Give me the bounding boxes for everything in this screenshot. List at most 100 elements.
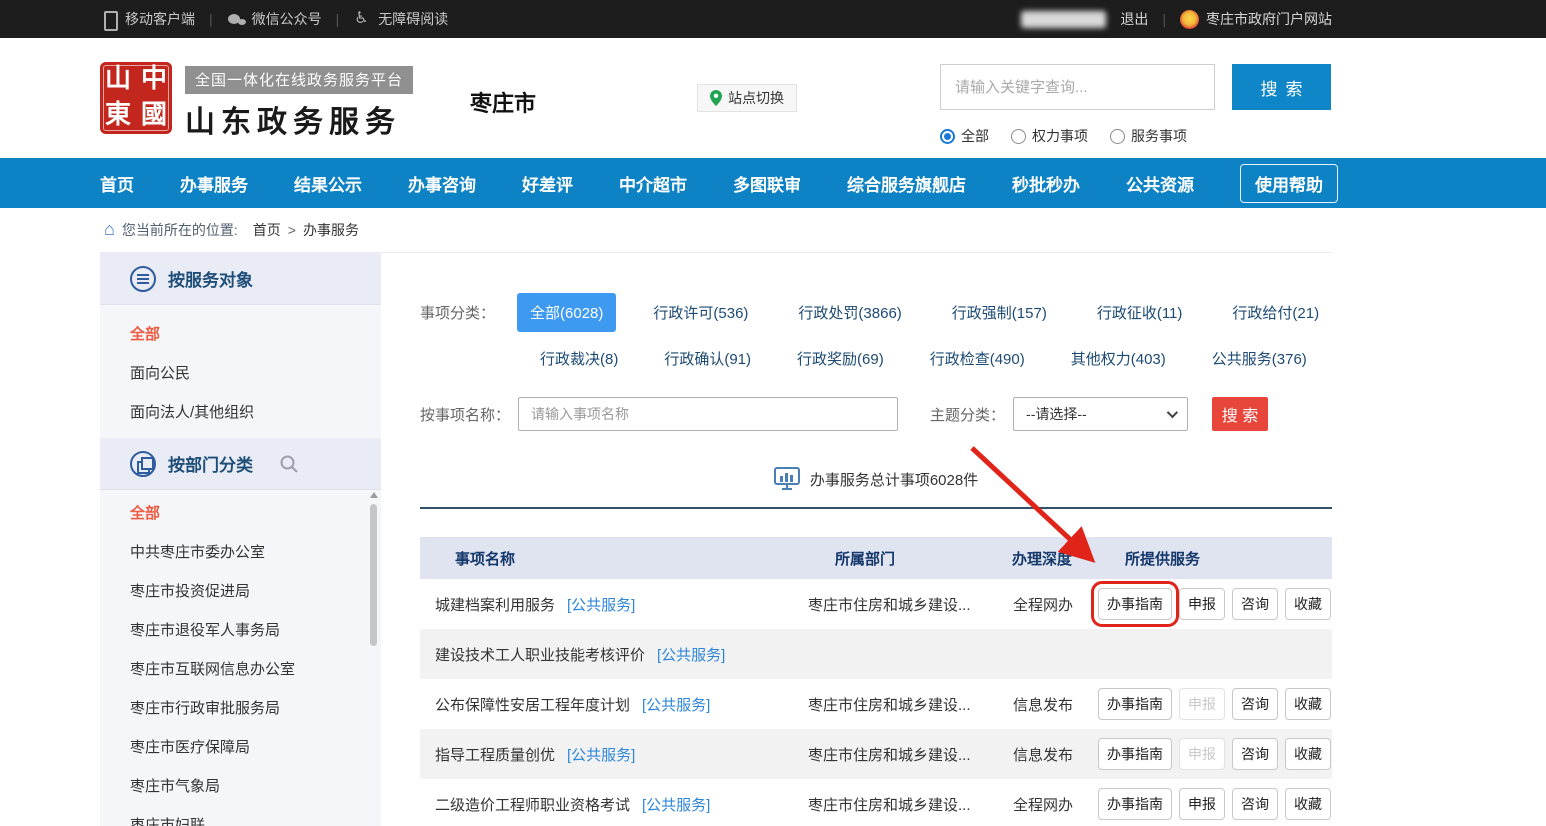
scrollbar-up-arrow-icon[interactable]	[370, 492, 378, 498]
sidebar-item[interactable]: 枣庄市气象局	[100, 767, 381, 806]
topbar-link-label: 无障碍阅读	[378, 9, 448, 29]
service-action-button[interactable]: 申报	[1179, 788, 1225, 820]
category-tabs-row1: 全部(6028) 行政许可(536) 行政处罚(3866) 行政强制(157) …	[517, 293, 1332, 332]
portal-link-label: 枣庄市政府门户网站	[1206, 9, 1332, 29]
nav-help-button[interactable]: 使用帮助	[1240, 164, 1338, 203]
category-tab[interactable]: 行政许可(536)	[640, 293, 761, 332]
breadcrumb-home-link[interactable]: 首页	[253, 220, 281, 240]
service-action-button[interactable]: 申报	[1179, 738, 1225, 770]
category-tab[interactable]: 行政强制(157)	[939, 293, 1060, 332]
nav-item[interactable]: 综合服务旗舰店	[847, 171, 966, 196]
category-tab[interactable]: 行政裁决(8)	[540, 342, 618, 375]
portal-link[interactable]: 枣庄市政府门户网站	[1180, 9, 1332, 29]
service-action-button[interactable]: 收藏	[1285, 738, 1331, 770]
table-header-row: 事项名称 所属部门 办理深度 所提供服务	[420, 537, 1332, 579]
nav-item[interactable]: 秒批秒办	[1012, 171, 1080, 196]
sidebar-item[interactable]: 枣庄市投资促进局	[100, 572, 381, 611]
category-tab[interactable]: 行政处罚(3866)	[785, 293, 914, 332]
topbar-link[interactable]: 移动客户端	[100, 9, 195, 29]
logout-link[interactable]: 退出	[1120, 9, 1148, 29]
service-action-button[interactable]: 办事指南	[1098, 738, 1172, 770]
service-action-button[interactable]: 申报	[1179, 688, 1225, 720]
search-scope-radio[interactable]: 全部	[940, 126, 989, 146]
service-action-button[interactable]: 办事指南	[1098, 688, 1172, 720]
category-tab[interactable]: 公共服务(376)	[1212, 342, 1307, 375]
category-tab[interactable]: 行政确认(91)	[664, 342, 751, 375]
services-table: 事项名称 所属部门 办理深度 所提供服务 城建档案利用服务 [公共服务] 枣庄市…	[420, 537, 1332, 826]
category-tab[interactable]: 行政征收(11)	[1084, 293, 1196, 332]
search-scope-radio[interactable]: 权力事项	[1011, 126, 1088, 146]
topbar-separator: |	[336, 11, 340, 27]
topic-select-value: --请选择--	[1026, 404, 1087, 424]
main-navigation: 首页 办事服务 结果公示 办事咨询 好差评 中介超市 多图联审 综合服务旗舰店 …	[0, 158, 1546, 208]
nav-item[interactable]: 公共资源	[1126, 171, 1194, 196]
topic-category-select[interactable]: --请选择--	[1013, 397, 1188, 431]
service-item-tag-link[interactable]: [公共服务]	[567, 594, 635, 615]
site-header: 山 中 東 國 全国一体化在线政务服务平台 山东政务服务 枣庄市 站点切换 搜索…	[0, 38, 1546, 158]
service-action-button[interactable]: 办事指南	[1098, 788, 1172, 820]
nav-item[interactable]: 好差评	[522, 171, 573, 196]
header-search-button[interactable]: 搜索	[1232, 64, 1331, 110]
item-name-label: 按事项名称：	[420, 404, 510, 425]
nav-item[interactable]: 多图联审	[733, 171, 801, 196]
sidebar-item[interactable]: 面向公民	[100, 354, 381, 393]
topbar-link[interactable]: 微信公众号	[227, 9, 322, 29]
nav-item[interactable]: 办事服务	[180, 171, 248, 196]
keyword-search-input[interactable]	[940, 64, 1215, 110]
sidebar-item[interactable]: 全部	[100, 315, 381, 354]
service-item-tag-link[interactable]: [公共服务]	[567, 744, 635, 765]
category-tab[interactable]: 行政奖励(69)	[797, 342, 884, 375]
service-item-depth: 全程网办	[998, 794, 1098, 815]
sidebar-item[interactable]: 中共枣庄市委办公室	[100, 533, 381, 572]
nav-item[interactable]: 首页	[100, 171, 134, 196]
sidebar-item[interactable]: 面向法人/其他组织	[100, 393, 381, 432]
nav-item[interactable]: 中介超市	[619, 171, 687, 196]
service-action-button[interactable]: 咨询	[1232, 738, 1278, 770]
category-tab[interactable]: 行政检查(490)	[930, 342, 1025, 375]
category-tab[interactable]: 其他权力(403)	[1071, 342, 1166, 375]
seal-char: 山	[100, 62, 136, 98]
sidebar-section-title: 按部门分类	[168, 451, 253, 476]
item-search-button[interactable]: 搜 索	[1212, 397, 1268, 431]
service-item-tag-link[interactable]: [公共服务]	[642, 694, 710, 715]
topbar-link[interactable]: 无障碍阅读	[353, 9, 448, 29]
item-name-input[interactable]	[518, 397, 898, 431]
scrollbar-thumb[interactable]	[370, 504, 377, 646]
category-tab[interactable]: 全部(6028)	[517, 293, 616, 332]
service-object-icon	[130, 266, 156, 292]
username-redacted	[1021, 11, 1106, 28]
city-name: 枣庄市	[470, 86, 536, 118]
sidebar-search-icon[interactable]	[279, 454, 299, 474]
service-action-button[interactable]: 咨询	[1232, 588, 1278, 620]
service-item-depth: 全程网办	[998, 594, 1098, 615]
nav-item[interactable]: 办事咨询	[408, 171, 476, 196]
service-item-tag-link[interactable]: [公共服务]	[657, 644, 725, 665]
phone-icon	[100, 10, 118, 28]
breadcrumb-separator: >	[288, 222, 296, 238]
sidebar-section-title: 按服务对象	[168, 266, 253, 291]
service-action-button[interactable]: 收藏	[1285, 788, 1331, 820]
breadcrumb-current[interactable]: 办事服务	[303, 220, 359, 240]
service-action-button[interactable]: 收藏	[1285, 688, 1331, 720]
sidebar-item[interactable]: 枣庄市互联网信息办公室	[100, 650, 381, 689]
service-action-button[interactable]: 收藏	[1285, 588, 1331, 620]
service-action-button[interactable]: 办事指南	[1098, 588, 1172, 620]
service-action-button[interactable]: 咨询	[1232, 688, 1278, 720]
service-item-tag-link[interactable]: [公共服务]	[642, 794, 710, 815]
sidebar-item[interactable]: 全部	[100, 494, 381, 533]
radio-label: 服务事项	[1131, 126, 1187, 146]
category-tab[interactable]: 行政给付(21)	[1219, 293, 1332, 332]
radio-icon	[1110, 129, 1125, 144]
site-switch-button[interactable]: 站点切换	[697, 84, 797, 112]
sidebar-item[interactable]: 枣庄市退役军人事务局	[100, 611, 381, 650]
platform-tag: 全国一体化在线政务服务平台	[185, 66, 413, 94]
sidebar-item[interactable]: 枣庄市行政审批服务局	[100, 689, 381, 728]
search-scope-radio[interactable]: 服务事项	[1110, 126, 1187, 146]
nav-item[interactable]: 结果公示	[294, 171, 362, 196]
sidebar-item[interactable]: 枣庄市医疗保障局	[100, 728, 381, 767]
table-row: 公布保障性安居工程年度计划 [公共服务] 枣庄市住房和城乡建设... 信息发布 …	[420, 679, 1332, 729]
service-action-button[interactable]: 申报	[1179, 588, 1225, 620]
service-action-button[interactable]: 咨询	[1232, 788, 1278, 820]
sidebar-scrollbar[interactable]	[369, 492, 378, 825]
sidebar-item[interactable]: 枣庄市妇联	[100, 806, 381, 826]
